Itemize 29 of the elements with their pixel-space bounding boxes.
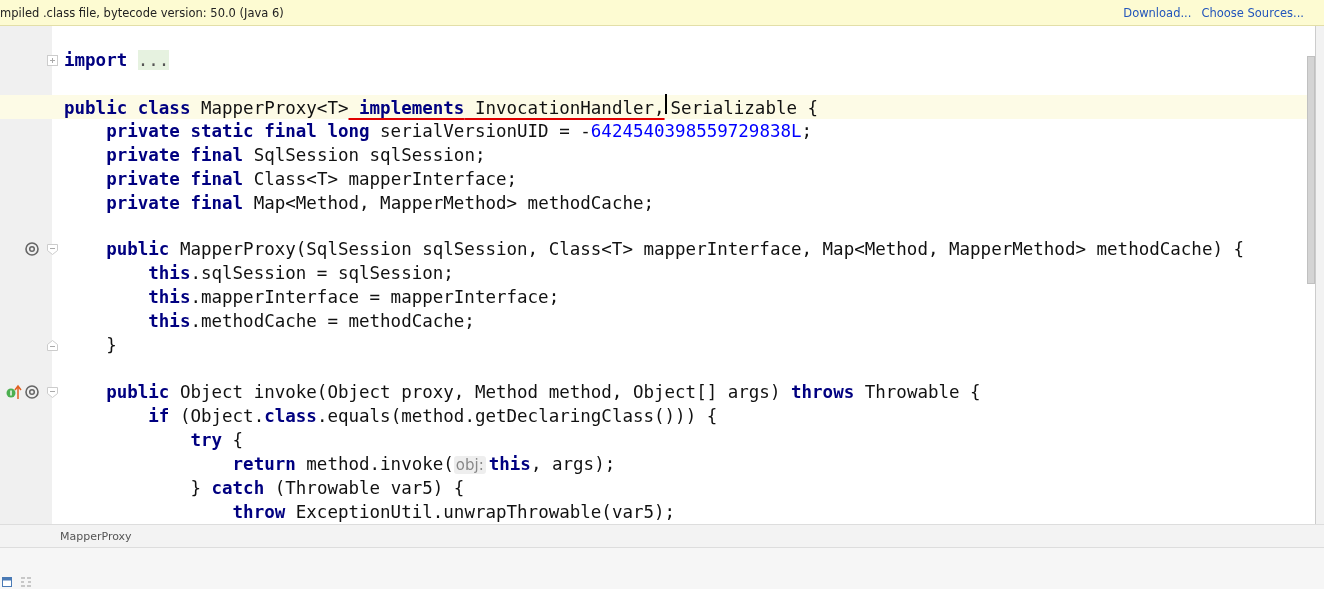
- code-line: return method.invoke(obj: this, args);: [231, 452, 616, 476]
- code-line: if (Object.class.equals(method.getDeclaringClass())) {: [147, 405, 718, 428]
- code-line: throw ExceptionUtil.unwrapThrowable(var5);: [231, 501, 676, 524]
- banner-message: mpiled .class file, bytecode version: 50.0 (Java 6): [0, 5, 285, 20]
- scrollbar-thumb[interactable]: [1307, 56, 1315, 284]
- code-line: this.sqlSession = sqlSession;: [147, 262, 454, 286]
- structure-icon[interactable]: [20, 577, 32, 587]
- code-line: private final SqlSession sqlSession;: [105, 143, 486, 167]
- code-line: this.mapperInterface = mapperInterface;: [147, 286, 560, 310]
- code-line: public Object invoke(Object proxy, Method method, Object[] args) throws Throwable {: [105, 381, 981, 404]
- banner-link[interactable]: Download...: [1123, 5, 1192, 20]
- code-line: public class MapperProxy<T> implements InvocationHandler, Serializable {: [64, 93, 819, 120]
- code-line: try {: [189, 429, 244, 452]
- code-line: private static final long serialVersionUID = -6424540398559729838L;: [105, 119, 813, 143]
- implements-icon[interactable]: [6, 384, 22, 400]
- table-icon[interactable]: [2, 577, 12, 587]
- banner-link[interactable]: Choose Sources...: [1201, 5, 1304, 20]
- collapse-fold-icon[interactable]: [46, 243, 58, 255]
- code-line: import ...: [64, 49, 170, 72]
- code-line: }: [105, 334, 117, 358]
- breadcrumb-item[interactable]: MapperProxy: [60, 529, 132, 543]
- code-line: public MapperProxy(SqlSession sqlSession, Class<T> mapperInterface, Map<Method, MapperMethod> methodCache) {: [105, 238, 1245, 262]
- code-line: } catch (Throwable var5) {: [189, 477, 465, 500]
- code-line: this.methodCache = methodCache;: [147, 310, 475, 334]
- code-line: private final Class<T> mapperInterface;: [105, 167, 518, 191]
- expand-fold-icon[interactable]: [46, 54, 58, 66]
- code-line: private final Map<Method, MapperMethod> methodCache;: [105, 191, 655, 215]
- collapse-fold-icon[interactable]: [46, 386, 58, 398]
- fold-end-icon[interactable]: [46, 339, 58, 351]
